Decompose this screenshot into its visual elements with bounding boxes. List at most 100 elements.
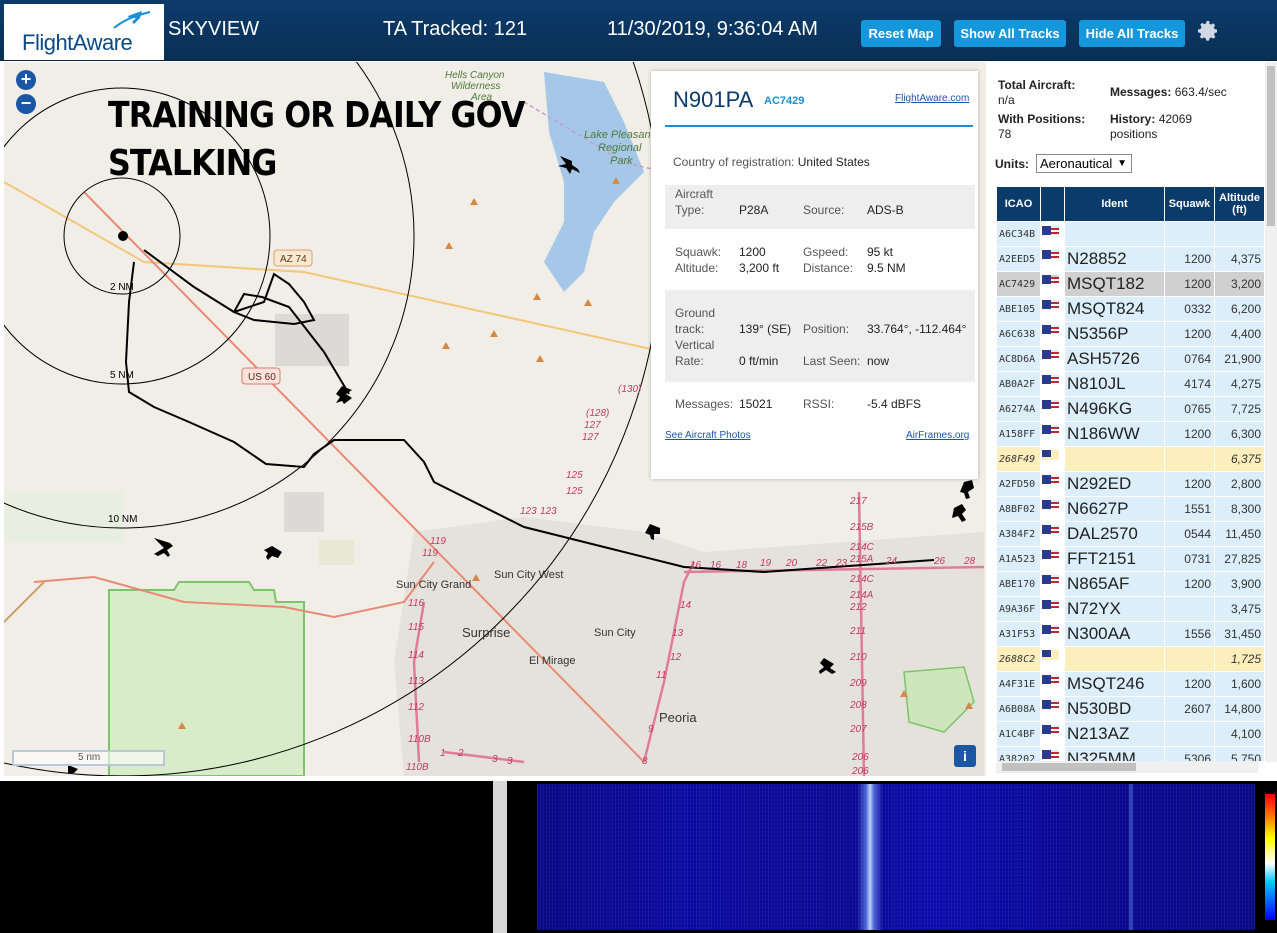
- table-row[interactable]: 268F49 6,375: [996, 446, 1264, 472]
- cell-ident: [1064, 221, 1165, 247]
- svg-text:AZ 74: AZ 74: [280, 254, 307, 265]
- table-row[interactable]: 2688C2 1,725: [996, 646, 1264, 672]
- table-row[interactable]: A6C638 N5356P 1200 4,400: [996, 321, 1264, 347]
- gspeed-label: Gspeed:: [803, 245, 849, 259]
- map-info-button[interactable]: i: [954, 745, 976, 767]
- table-row[interactable]: A1A523 FFT2151 0731 27,825: [996, 546, 1264, 572]
- overlay-caption-line2: STALKING: [108, 143, 277, 184]
- table-row[interactable]: A384F2 DAL2570 0544 11,450: [996, 521, 1264, 547]
- table-row[interactable]: AC7429 MSQT182 1200 3,200: [996, 271, 1264, 297]
- us-flag-icon: [1042, 627, 1059, 636]
- horizontal-scrollbar[interactable]: [996, 761, 1258, 773]
- aircraft-photos-link[interactable]: See Aircraft Photos: [665, 430, 751, 441]
- reset-map-button[interactable]: Reset Map: [861, 20, 941, 47]
- cell-icao: A158FF: [996, 421, 1041, 447]
- show-all-tracks-button[interactable]: Show All Tracks: [954, 20, 1066, 47]
- cell-altitude: 11,450: [1214, 521, 1264, 547]
- cell-flag: [1041, 249, 1060, 262]
- cell-altitude: 21,900: [1214, 346, 1264, 372]
- cell-altitude: 2,800: [1214, 471, 1264, 497]
- cell-squawk: 0332: [1164, 296, 1215, 322]
- svg-text:Hells Canyon: Hells Canyon: [445, 70, 505, 81]
- svg-text:214C: 214C: [849, 542, 875, 553]
- table-row[interactable]: A8BF02 N6627P 1551 8,300: [996, 496, 1264, 522]
- cell-squawk: 0544: [1164, 521, 1215, 547]
- aircraft-table-container[interactable]: ICAO Ident Squawk Altitude (ft) A6C34B A2…: [996, 186, 1264, 761]
- cell-ident: N186WW: [1064, 421, 1165, 447]
- table-row[interactable]: A2EED5 N28852 1200 4,375: [996, 246, 1264, 272]
- waterfall-signal-secondary: [1129, 784, 1133, 930]
- svg-text:Wilderness: Wilderness: [451, 81, 500, 92]
- us-flag-icon: [1042, 727, 1059, 736]
- col-squawk[interactable]: Squawk: [1164, 186, 1215, 222]
- svg-text:127: 127: [582, 432, 599, 443]
- table-row[interactable]: ABE105 MSQT824 0332 6,200: [996, 296, 1264, 322]
- col-flag[interactable]: [1040, 186, 1065, 222]
- vertical-scroll-thumb[interactable]: [1267, 66, 1275, 226]
- table-row[interactable]: A38202 N325MM 5306 5,750: [996, 746, 1264, 761]
- table-row[interactable]: A4F31E MSQT246 1200 1,600: [996, 671, 1264, 697]
- zoom-out-button[interactable]: −: [16, 94, 36, 114]
- cell-squawk: 1200: [1164, 421, 1215, 447]
- svg-text:114: 114: [408, 650, 424, 661]
- cell-squawk: 0731: [1164, 546, 1215, 572]
- cell-squawk: 5306: [1164, 746, 1215, 761]
- cell-flag: [1041, 624, 1060, 637]
- messages-row: Messages: 15021 RSSI: -5.4 dBFS: [665, 389, 975, 419]
- flightaware-logo[interactable]: FlightAware: [4, 4, 164, 60]
- table-row[interactable]: A31F53 N300AA 1556 31,450: [996, 621, 1264, 647]
- us-flag-icon: [1042, 527, 1059, 536]
- zoom-in-button[interactable]: +: [16, 70, 36, 90]
- cell-ident: N810JL: [1064, 371, 1165, 397]
- svg-text:Surprise: Surprise: [462, 625, 510, 640]
- table-row[interactable]: A2FD50 N292ED 1200 2,800: [996, 471, 1264, 497]
- pane-divider[interactable]: [493, 781, 507, 933]
- cell-ident: MSQT182: [1064, 271, 1165, 297]
- flightaware-link[interactable]: FlightAware.com: [895, 93, 969, 104]
- gear-icon[interactable]: [1196, 19, 1220, 43]
- svg-text:119: 119: [422, 548, 438, 559]
- table-row[interactable]: A9A36F N72YX 3,475: [996, 596, 1264, 622]
- gspeed-value: 95 kt: [867, 245, 894, 259]
- cell-flag: [1041, 649, 1060, 662]
- vertical-scrollbar[interactable]: [1265, 62, 1277, 762]
- vertical-label: Vertical: [675, 338, 715, 352]
- cell-ident: N5356P: [1064, 321, 1165, 347]
- horizontal-scroll-thumb[interactable]: [1002, 763, 1136, 771]
- col-ident[interactable]: Ident: [1064, 186, 1165, 222]
- rssi-label: RSSI:: [803, 397, 835, 411]
- table-row[interactable]: A6274A N496KG 0765 7,725: [996, 396, 1264, 422]
- units-select[interactable]: Aeronautical ▼: [1036, 154, 1132, 173]
- cell-flag: [1041, 674, 1060, 687]
- scale-label: 5 nm: [78, 752, 101, 763]
- with-positions-label: With Positions:: [998, 112, 1086, 126]
- table-row[interactable]: ABE170 N865AF 1200 3,900: [996, 571, 1264, 597]
- cell-ident: N300AA: [1064, 621, 1165, 647]
- airframes-link[interactable]: AirFrames.org: [906, 430, 969, 441]
- aircraft-icon: [960, 480, 974, 499]
- altitude-value: 3,200 ft: [739, 261, 780, 275]
- us-flag-icon: [1042, 602, 1059, 611]
- table-row[interactable]: A158FF N186WW 1200 6,300: [996, 421, 1264, 447]
- cell-altitude: 5,750: [1214, 746, 1264, 761]
- table-row[interactable]: A1C4BF N213AZ 4,100: [996, 721, 1264, 747]
- us-flag-icon: [1042, 277, 1059, 286]
- svg-text:19: 19: [760, 558, 772, 569]
- cell-ident: N72YX: [1064, 596, 1165, 622]
- cell-flag: [1041, 349, 1060, 362]
- cell-squawk: [1164, 646, 1215, 672]
- svg-text:Sun City Grand: Sun City Grand: [396, 579, 471, 591]
- popup-hex-link[interactable]: AC7429: [764, 95, 804, 107]
- table-row[interactable]: AB0A2F N810JL 4174 4,275: [996, 371, 1264, 397]
- rssi-value: -5.4 dBFS: [867, 397, 922, 411]
- table-row[interactable]: AC8D6A ASH5726 0764 21,900: [996, 346, 1264, 372]
- secondary-road: [4, 581, 45, 623]
- ground-label: Ground: [675, 306, 716, 320]
- table-row[interactable]: A6B08A N530BD 2607 14,800: [996, 696, 1264, 722]
- hide-all-tracks-button[interactable]: Hide All Tracks: [1079, 20, 1185, 47]
- app-name: SKYVIEW: [168, 18, 260, 40]
- cell-squawk: 1556: [1164, 621, 1215, 647]
- col-altitude[interactable]: Altitude (ft): [1214, 186, 1264, 222]
- table-row[interactable]: A6C34B: [996, 221, 1264, 247]
- col-icao[interactable]: ICAO: [996, 186, 1041, 222]
